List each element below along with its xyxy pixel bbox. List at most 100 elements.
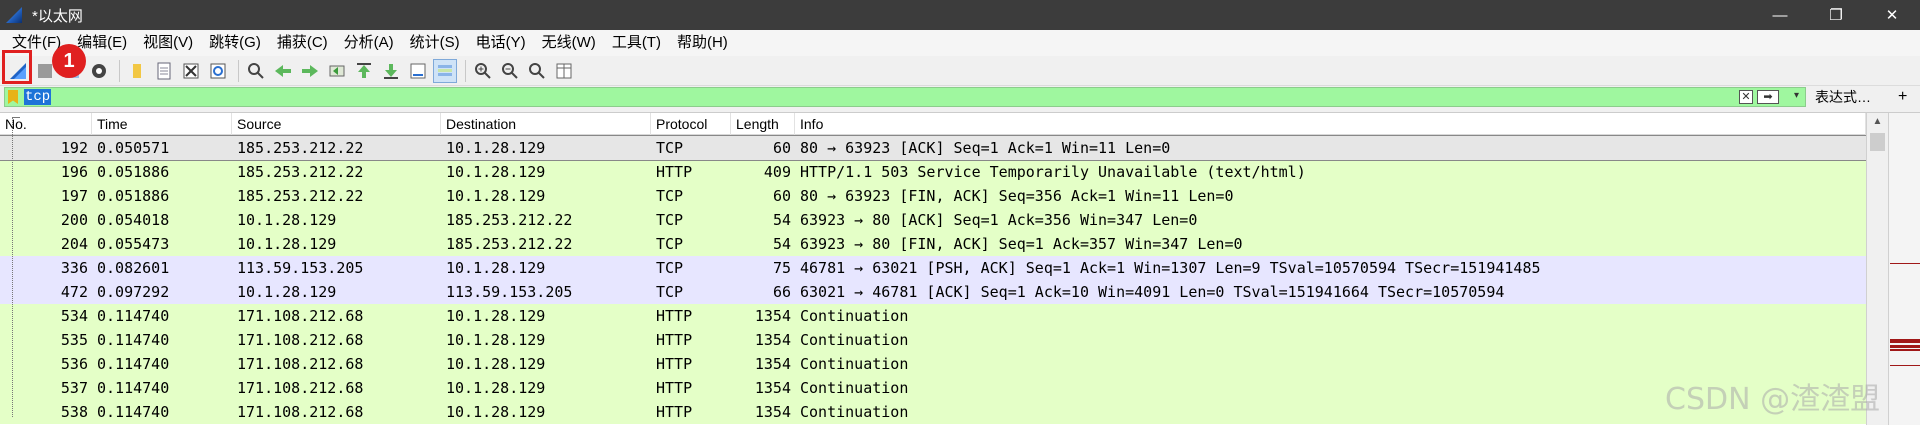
- menu-statistics[interactable]: 统计(S): [402, 30, 468, 56]
- maximize-button[interactable]: ❐: [1808, 0, 1864, 30]
- add-filter-button[interactable]: +: [1898, 86, 1907, 108]
- packet-row[interactable]: 535 0.114740 171.108.212.68 10.1.28.129 HTTP…: [0, 328, 1866, 352]
- packet-row[interactable]: 336 0.082601 113.59.153.205 10.1.28.129 TCP 7…: [0, 256, 1866, 280]
- find-packet-button[interactable]: [244, 59, 268, 83]
- go-first-packet-button[interactable]: [352, 59, 376, 83]
- packet-source-cell: 171.108.212.68: [237, 379, 364, 397]
- menu-go[interactable]: 跳转(G): [201, 30, 269, 56]
- auto-scroll-button[interactable]: [406, 59, 430, 83]
- packet-row[interactable]: 192 0.050571 185.253.212.22 10.1.28.129 TCP 6…: [0, 135, 1867, 161]
- open-file-button[interactable]: [125, 59, 149, 83]
- menu-capture[interactable]: 捕获(C): [269, 30, 336, 56]
- packet-source-cell: 171.108.212.68: [237, 307, 364, 325]
- packet-source-cell: 113.59.153.205: [237, 259, 364, 277]
- packet-info-cell: Continuation: [800, 355, 909, 373]
- zoom-in-button[interactable]: [471, 59, 495, 83]
- toolbar-separator: [119, 59, 120, 82]
- zoom-out-button[interactable]: [498, 59, 522, 83]
- packet-row[interactable]: 200 0.054018 10.1.28.129 185.253.212.22 TCP 5…: [0, 208, 1866, 232]
- minimize-button[interactable]: —: [1752, 0, 1808, 30]
- packet-no-cell: 537: [60, 379, 88, 397]
- close-file-icon: [183, 63, 199, 78]
- conversation-tree-line: [12, 117, 13, 417]
- menu-tools[interactable]: 工具(T): [604, 30, 669, 56]
- column-header-source[interactable]: Source: [232, 113, 441, 135]
- packet-row[interactable]: 534 0.114740 171.108.212.68 10.1.28.129 HTTP…: [0, 304, 1866, 328]
- conversation-tree-start: [12, 117, 20, 118]
- packet-length-cell: 1354: [754, 403, 791, 421]
- packet-time-cell: 0.114740: [97, 331, 170, 349]
- resize-columns-button[interactable]: [552, 59, 576, 83]
- packet-time-cell: 0.082601: [97, 259, 170, 277]
- colorize-button[interactable]: [433, 58, 457, 83]
- filter-history-dropdown[interactable]: ▾: [1794, 90, 1799, 101]
- packet-protocol-cell: HTTP: [656, 331, 693, 349]
- scroll-up-icon[interactable]: ▲: [1867, 113, 1888, 131]
- packet-row[interactable]: 537 0.114740 171.108.212.68 10.1.28.129 HTTP…: [0, 376, 1866, 400]
- packet-row[interactable]: 197 0.051886 185.253.212.22 10.1.28.129 TCP 6…: [0, 184, 1866, 208]
- packet-row[interactable]: 536 0.114740 171.108.212.68 10.1.28.129 HTTP…: [0, 352, 1866, 376]
- go-last-packet-button[interactable]: [379, 59, 403, 83]
- go-forward-button[interactable]: [298, 59, 322, 83]
- column-header-time[interactable]: Time: [92, 113, 232, 135]
- normal-size-button[interactable]: [525, 59, 549, 83]
- expression-button[interactable]: 表达式…: [1815, 86, 1871, 108]
- packet-list: No. Time Source Destination Protocol Len…: [0, 112, 1920, 425]
- packet-info-cell: 63923 → 80 [FIN, ACK] Seq=1 Ack=357 Win=…: [800, 235, 1243, 253]
- scrollbar-thumb[interactable]: [1870, 133, 1885, 151]
- packet-no-cell: 197: [60, 187, 88, 205]
- packet-row[interactable]: 472 0.097292 10.1.28.129 113.59.153.205 TCP 6…: [0, 280, 1866, 304]
- menu-view[interactable]: 视图(V): [135, 30, 201, 56]
- packet-protocol-cell: TCP: [656, 283, 684, 301]
- packet-destination-cell: 10.1.28.129: [446, 331, 546, 349]
- search-icon: [248, 62, 264, 79]
- annotation-highlight-box: [2, 50, 32, 84]
- packet-destination-cell: 10.1.28.129: [446, 355, 546, 373]
- packet-time-cell: 0.055473: [97, 235, 170, 253]
- packet-destination-cell: 185.253.212.22: [446, 235, 573, 253]
- display-filter-input[interactable]: tcp ✕ ➡ ▾: [4, 87, 1806, 107]
- filter-bookmark-icon[interactable]: [8, 90, 18, 104]
- reload-file-button[interactable]: [206, 59, 230, 83]
- packet-destination-cell: 185.253.212.22: [446, 211, 573, 229]
- packet-no-cell: 192: [60, 139, 88, 157]
- packet-source-cell: 185.253.212.22: [237, 139, 364, 157]
- menu-analyze[interactable]: 分析(A): [336, 30, 402, 56]
- column-header-info[interactable]: Info: [795, 113, 1866, 135]
- clear-filter-button[interactable]: ✕: [1739, 90, 1753, 104]
- filter-text[interactable]: tcp: [24, 89, 52, 105]
- close-file-button[interactable]: [179, 59, 203, 83]
- save-file-button[interactable]: [152, 59, 176, 83]
- packet-protocol-cell: TCP: [656, 259, 684, 277]
- go-to-packet-button[interactable]: [325, 59, 349, 83]
- packet-time-cell: 0.097292: [97, 283, 170, 301]
- packet-info-cell: Continuation: [800, 307, 909, 325]
- packet-source-cell: 171.108.212.68: [237, 403, 364, 421]
- capture-options-button[interactable]: [87, 59, 111, 83]
- packet-length-cell: 66: [772, 283, 791, 301]
- packet-list-header: No. Time Source Destination Protocol Len…: [0, 113, 1866, 135]
- menu-help[interactable]: 帮助(H): [669, 30, 736, 56]
- menu-wireless[interactable]: 无线(W): [534, 30, 604, 56]
- column-header-protocol[interactable]: Protocol: [651, 113, 731, 135]
- stop-icon: [38, 63, 52, 78]
- column-header-destination[interactable]: Destination: [441, 113, 651, 135]
- apply-filter-button[interactable]: ➡: [1757, 90, 1779, 104]
- arrow-left-icon: [275, 64, 291, 77]
- packet-row[interactable]: 538 0.114740 171.108.212.68 10.1.28.129 HTTP…: [0, 400, 1866, 424]
- go-back-button[interactable]: [271, 59, 295, 83]
- window-title: *以太网: [32, 7, 83, 25]
- menu-telephony[interactable]: 电话(Y): [468, 30, 534, 56]
- wireshark-app-icon: [6, 7, 22, 23]
- packet-source-cell: 171.108.212.68: [237, 331, 364, 349]
- packet-row[interactable]: 196 0.051886 185.253.212.22 10.1.28.129 HTTP…: [0, 160, 1866, 184]
- packet-length-cell: 1354: [754, 379, 791, 397]
- close-button[interactable]: ✕: [1864, 0, 1920, 30]
- minimap-marker: [1890, 349, 1920, 351]
- packet-minimap[interactable]: [1888, 113, 1920, 425]
- packet-destination-cell: 10.1.28.129: [446, 403, 546, 421]
- packet-time-cell: 0.050571: [97, 139, 170, 157]
- gear-icon: [92, 63, 106, 78]
- packet-row[interactable]: 204 0.055473 10.1.28.129 185.253.212.22 TCP 5…: [0, 232, 1866, 256]
- column-header-length[interactable]: Length: [731, 113, 795, 135]
